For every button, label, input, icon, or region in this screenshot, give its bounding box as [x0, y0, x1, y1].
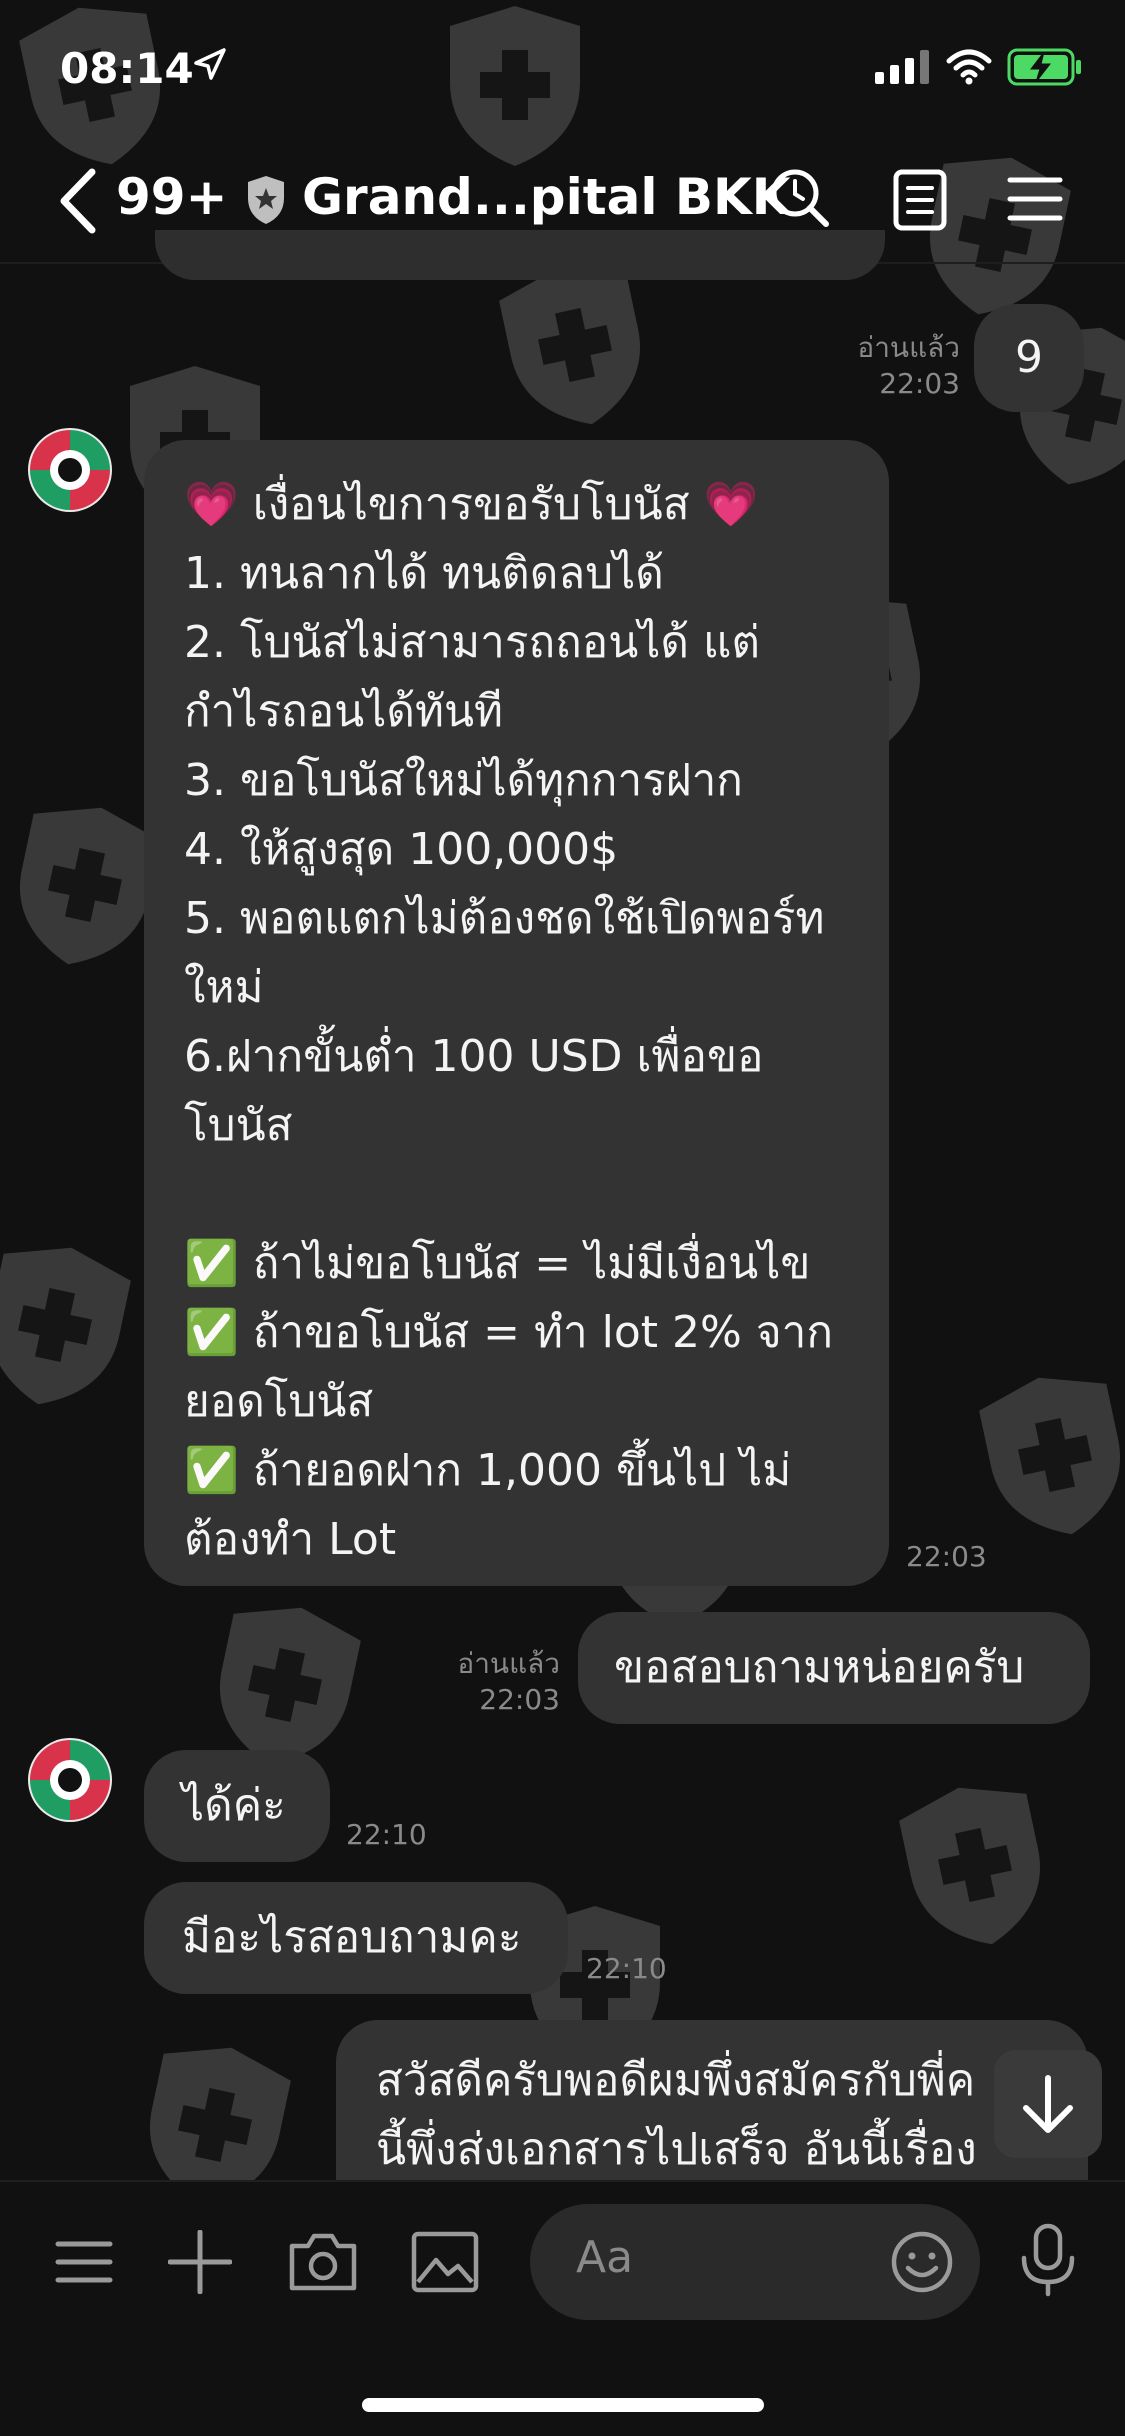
search-icon[interactable]: [768, 166, 832, 230]
message-text: สวัสดีครับพอดีผมพึ่งสมัครกับพี่ค นี้พึ่ง…: [376, 2055, 977, 2175]
message-text: ได้ค่ะ: [182, 1780, 286, 1831]
emoji-icon[interactable]: [890, 2230, 954, 2294]
message-bubble-incoming[interactable]: 💗 เงื่อนไขการขอรับโบนัส 💗 1. ทนลากได้ ทน…: [144, 440, 889, 1586]
microphone-icon[interactable]: [1016, 2222, 1080, 2298]
official-shield-icon: [248, 176, 284, 224]
message-input-placeholder: Aa: [576, 2232, 634, 2283]
watermark-shield-icon: [899, 1787, 1041, 1945]
watermark-shield-icon: [979, 1377, 1121, 1535]
message-text: มีอะไรสอบถามคะ: [182, 1912, 522, 1963]
menu-icon[interactable]: [1006, 174, 1064, 224]
message-text: 9: [1015, 332, 1043, 383]
location-arrow-icon: [194, 48, 226, 80]
message-text: ขอสอบถามหน่อยครับ: [614, 1642, 1025, 1693]
back-chevron-icon[interactable]: [56, 166, 100, 236]
status-time: 08:14: [60, 44, 194, 93]
cellular-signal-icon: [875, 50, 929, 84]
image-icon[interactable]: [410, 2230, 480, 2294]
message-time: 22:10: [346, 1818, 427, 1851]
plus-icon[interactable]: [168, 2230, 232, 2294]
watermark-shield-icon: [450, 6, 580, 166]
message-time: 22:03: [906, 1540, 987, 1573]
read-receipt: อ่านแล้ว 22:03: [857, 331, 960, 400]
avatar[interactable]: [26, 1736, 114, 1824]
avatar[interactable]: [26, 426, 114, 514]
camera-icon[interactable]: [288, 2230, 358, 2294]
chat-title[interactable]: Grand...pital BKK: [302, 168, 791, 226]
notes-icon[interactable]: [890, 168, 950, 232]
home-indicator: [362, 2398, 764, 2412]
hamburger-menu-icon[interactable]: [52, 2230, 116, 2294]
status-indicators: [875, 48, 1083, 86]
previous-message-bubble: [155, 230, 885, 280]
arrow-down-icon: [1023, 2075, 1073, 2133]
message-bubble-incoming[interactable]: มีอะไรสอบถามคะ: [144, 1882, 568, 1994]
message-text: 💗 เงื่อนไขการขอรับโบนัส 💗 1. ทนลากได้ ทน…: [184, 479, 833, 1565]
back-unread-count[interactable]: 99+: [116, 168, 227, 226]
scroll-to-bottom-button[interactable]: [994, 2050, 1102, 2158]
message-time: 22:10: [586, 1952, 667, 1985]
battery-charging-icon: [1007, 48, 1081, 86]
message-bubble-incoming[interactable]: ได้ค่ะ: [144, 1750, 330, 1862]
wifi-icon: [946, 49, 992, 85]
message-bubble-outgoing[interactable]: 9: [974, 304, 1084, 412]
watermark-shield-icon: [0, 1247, 131, 1405]
message-bubble-outgoing[interactable]: ขอสอบถามหน่อยครับ: [578, 1612, 1090, 1724]
watermark-shield-icon: [929, 157, 1071, 315]
read-receipt: อ่านแล้ว 22:03: [457, 1647, 560, 1716]
